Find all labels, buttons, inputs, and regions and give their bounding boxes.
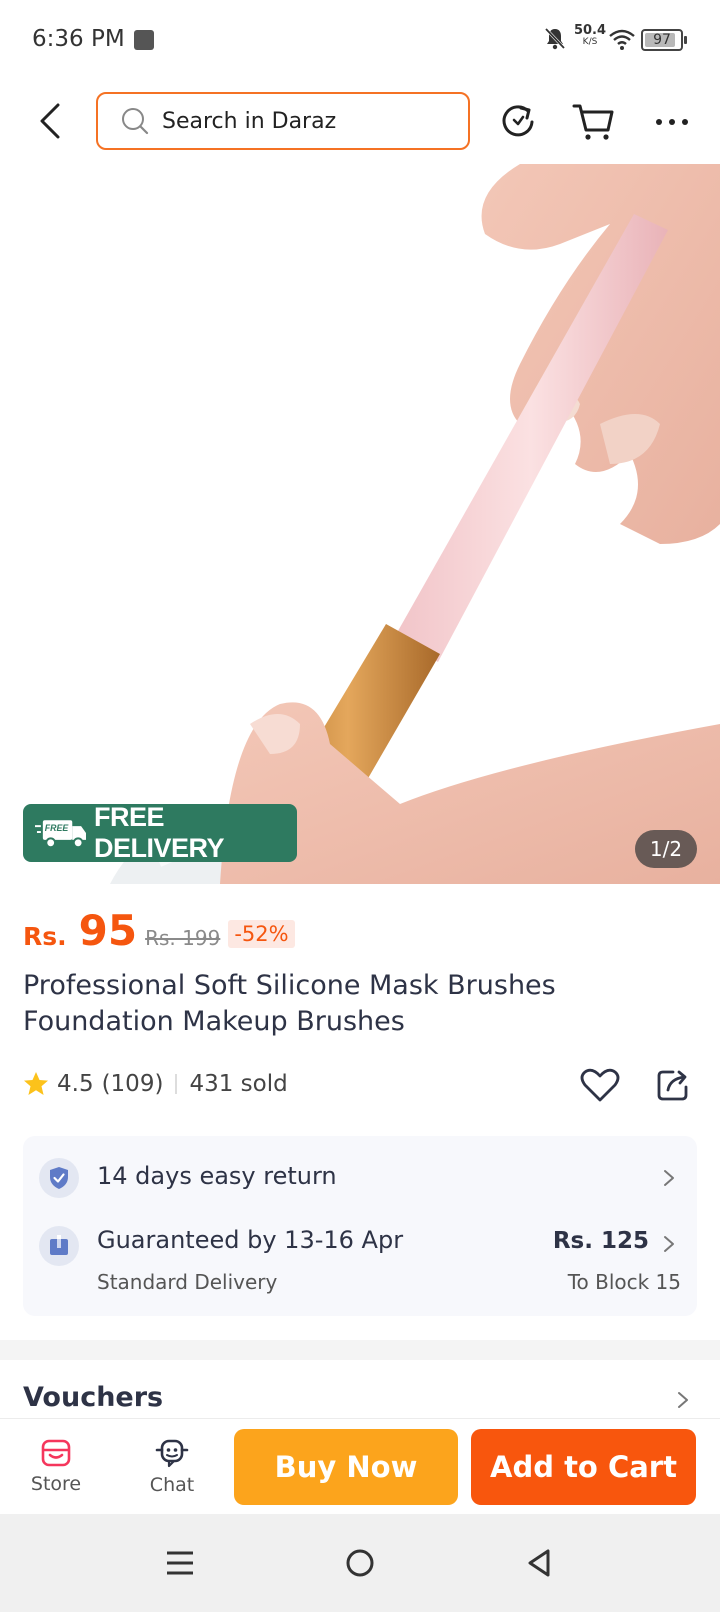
menu-icon bbox=[167, 1551, 193, 1575]
system-navigation-bar bbox=[0, 1514, 720, 1612]
heart-icon bbox=[580, 1068, 620, 1102]
review-count: (109) bbox=[101, 1071, 164, 1097]
delivery-label: Guaranteed by 13-16 Apr bbox=[97, 1226, 404, 1254]
original-price: Rs. 199 bbox=[145, 926, 221, 950]
delivery-destination: To Block 15 bbox=[567, 1270, 681, 1294]
wifi-icon bbox=[609, 29, 635, 50]
price-value: 95 bbox=[78, 906, 138, 955]
more-icon bbox=[656, 119, 688, 125]
chevron-right-icon bbox=[678, 1392, 688, 1408]
bottom-action-bar: Store Chat Buy Now Add to Cart bbox=[0, 1418, 720, 1514]
free-delivery-label: FREE DELIVERY bbox=[93, 802, 225, 863]
cart-icon bbox=[572, 104, 614, 140]
rating-divider bbox=[175, 1074, 178, 1094]
sold-count: 431 sold bbox=[189, 1071, 288, 1097]
delivery-type: Standard Delivery bbox=[97, 1270, 278, 1294]
image-page-counter: 1/2 bbox=[635, 830, 697, 868]
status-bar: 6:36 PM 50.4 K/S 97 bbox=[0, 0, 720, 80]
network-speed-unit: K/S bbox=[582, 37, 598, 47]
chat-label: Chat bbox=[149, 1474, 195, 1496]
cart-button[interactable] bbox=[570, 98, 618, 146]
price-currency: Rs. bbox=[23, 922, 67, 951]
delivery-truck-icon: FREE bbox=[35, 820, 86, 849]
recent-apps-button[interactable] bbox=[155, 1538, 205, 1588]
delivery-row[interactable]: Guaranteed by 13-16 Apr Standard Deliver… bbox=[23, 1204, 697, 1316]
chat-icon bbox=[155, 1439, 189, 1468]
product-photo bbox=[110, 164, 720, 884]
buy-now-button[interactable]: Buy Now bbox=[234, 1429, 458, 1505]
status-time: 6:36 PM bbox=[32, 26, 125, 52]
back-arrow-icon bbox=[40, 103, 60, 139]
battery-icon: 97 bbox=[641, 29, 687, 51]
home-circle-icon bbox=[346, 1549, 374, 1577]
network-speed-value: 50.4 bbox=[573, 23, 607, 38]
price-row: Rs. 95 Rs. 199 -52% bbox=[23, 906, 295, 956]
shield-check-icon bbox=[39, 1158, 79, 1198]
notification-square-icon bbox=[134, 30, 154, 50]
search-input[interactable]: Search in Daraz bbox=[96, 92, 470, 150]
delivery-price: Rs. 125 bbox=[552, 1228, 649, 1254]
service-info-card: 14 days easy return Guaranteed by 13-16 … bbox=[23, 1136, 697, 1316]
free-delivery-badge: FREE FREE DELIVERY bbox=[23, 802, 297, 863]
battery-level: 97 bbox=[653, 32, 671, 48]
refresh-button[interactable] bbox=[494, 98, 542, 146]
wishlist-button[interactable] bbox=[575, 1060, 625, 1110]
parcel-icon bbox=[39, 1226, 79, 1266]
back-triangle-icon bbox=[528, 1549, 550, 1577]
return-policy-row[interactable]: 14 days easy return bbox=[23, 1136, 697, 1204]
vouchers-title: Vouchers bbox=[23, 1382, 164, 1413]
rating-value: 4.5 bbox=[57, 1071, 94, 1097]
chat-tab[interactable]: Chat bbox=[122, 1419, 222, 1515]
share-button[interactable] bbox=[648, 1060, 698, 1110]
network-speed: 50.4 K/S bbox=[572, 24, 608, 47]
product-title: Professional Soft Silicone Mask Brushes … bbox=[23, 970, 556, 1037]
share-icon bbox=[657, 1070, 688, 1101]
chevron-right-icon bbox=[664, 1170, 674, 1186]
star-icon bbox=[24, 1072, 48, 1095]
chevron-right-icon bbox=[664, 1236, 674, 1252]
discount-badge: -52% bbox=[228, 920, 295, 948]
more-button[interactable] bbox=[648, 98, 696, 146]
product-image-gallery[interactable]: FREE FREE DELIVERY 1/2 bbox=[0, 164, 720, 884]
return-label: 14 days easy return bbox=[97, 1162, 337, 1190]
store-label: Store bbox=[30, 1473, 82, 1495]
store-tab[interactable]: Store bbox=[6, 1419, 106, 1515]
add-to-cart-button[interactable]: Add to Cart bbox=[471, 1429, 696, 1505]
section-divider bbox=[0, 1340, 720, 1360]
back-button[interactable] bbox=[30, 98, 70, 144]
home-button[interactable] bbox=[335, 1538, 385, 1588]
search-icon bbox=[122, 108, 149, 135]
store-icon bbox=[41, 1439, 71, 1467]
system-back-button[interactable] bbox=[514, 1538, 564, 1588]
search-placeholder: Search in Daraz bbox=[162, 108, 337, 134]
bell-muted-icon bbox=[544, 27, 566, 50]
free-badge-small-text: FREE bbox=[45, 823, 70, 833]
top-header: Search in Daraz bbox=[0, 80, 720, 164]
vouchers-row[interactable]: Vouchers bbox=[0, 1378, 720, 1418]
refresh-icon bbox=[502, 105, 534, 137]
rating-row[interactable]: 4.5 (109) 431 sold bbox=[23, 1066, 288, 1102]
